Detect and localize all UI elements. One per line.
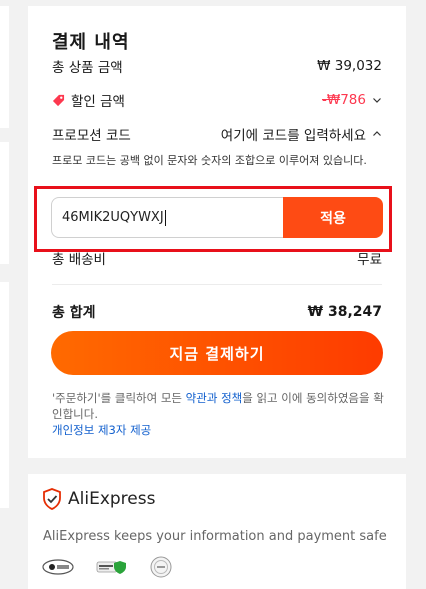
left-panel-edge bbox=[0, 142, 9, 264]
discount-currency: -₩ bbox=[321, 92, 341, 108]
order-summary-card: 결제 내역 총 상품 금액 ₩ 39,032 할인 금액 -₩786 프로모션 … bbox=[28, 6, 406, 458]
subtotal-label: 총 상품 금액 bbox=[52, 60, 123, 76]
security-badge-icon bbox=[42, 558, 74, 576]
promo-toggle-text[interactable]: 여기에 코드를 입력하세요 bbox=[221, 124, 366, 144]
brand-name: AliExpress bbox=[68, 489, 156, 509]
promo-code-row[interactable]: 프로모션 코드 여기에 코드를 입력하세요 bbox=[52, 124, 382, 144]
chevron-up-icon[interactable] bbox=[372, 129, 382, 139]
promo-code-input[interactable]: 46MIK2UQYWXJ bbox=[51, 197, 283, 238]
apply-button[interactable]: 적용 bbox=[283, 197, 383, 238]
shipping-row: 총 배송비 무료 bbox=[52, 248, 382, 268]
chevron-down-icon[interactable] bbox=[372, 95, 382, 105]
pay-now-button[interactable]: 지금 결제하기 bbox=[51, 331, 383, 375]
text-caret bbox=[164, 209, 166, 226]
safe-text: AliExpress keeps your information and pa… bbox=[43, 529, 387, 544]
security-badges bbox=[42, 556, 172, 578]
promo-code-value: 46MIK2UQYWXJ bbox=[62, 210, 164, 225]
discount-row[interactable]: 할인 금액 -₩786 bbox=[52, 90, 382, 110]
shipping-value: 무료 bbox=[357, 252, 382, 268]
left-panel-edge bbox=[0, 282, 9, 508]
total-label: 총 합계 bbox=[52, 305, 96, 321]
discount-label: 할인 금액 bbox=[71, 94, 125, 110]
divider bbox=[52, 284, 382, 285]
shipping-label: 총 배송비 bbox=[52, 252, 106, 268]
legal-notice: '주문하기'를 클릭하여 모든 약관과 정책을 읽고 이에 동의하였음을 확인합… bbox=[52, 390, 386, 438]
subtotal-row: 총 상품 금액 ₩ 39,032 bbox=[52, 56, 382, 76]
total-row: 총 합계 ₩ 38,247 bbox=[52, 302, 382, 322]
tag-icon bbox=[52, 94, 65, 106]
ssl-badge-icon bbox=[96, 558, 128, 576]
promo-hint: 프로모 코드는 공백 없이 문자와 숫자의 조합으로 이루어져 있습니다. bbox=[52, 154, 367, 167]
left-panel-edge bbox=[0, 6, 9, 128]
summary-title: 결제 내역 bbox=[52, 32, 130, 53]
discount-amount: 786 bbox=[340, 92, 366, 108]
terms-link[interactable]: 약관과 정책 bbox=[186, 391, 243, 405]
legal-prefix: '주문하기'를 클릭하여 모든 bbox=[52, 391, 186, 405]
subtotal-value: ₩ 39,032 bbox=[317, 58, 382, 74]
trust-card: AliExpress AliExpress keeps your informa… bbox=[28, 474, 406, 589]
brand-row: AliExpress bbox=[42, 488, 155, 510]
promo-label: 프로모션 코드 bbox=[52, 128, 131, 144]
privacy-link[interactable]: 개인정보 제3자 제공 bbox=[52, 423, 151, 437]
shield-check-icon bbox=[43, 488, 61, 510]
total-value: ₩ 38,247 bbox=[307, 304, 382, 320]
certified-badge-icon bbox=[150, 556, 172, 578]
